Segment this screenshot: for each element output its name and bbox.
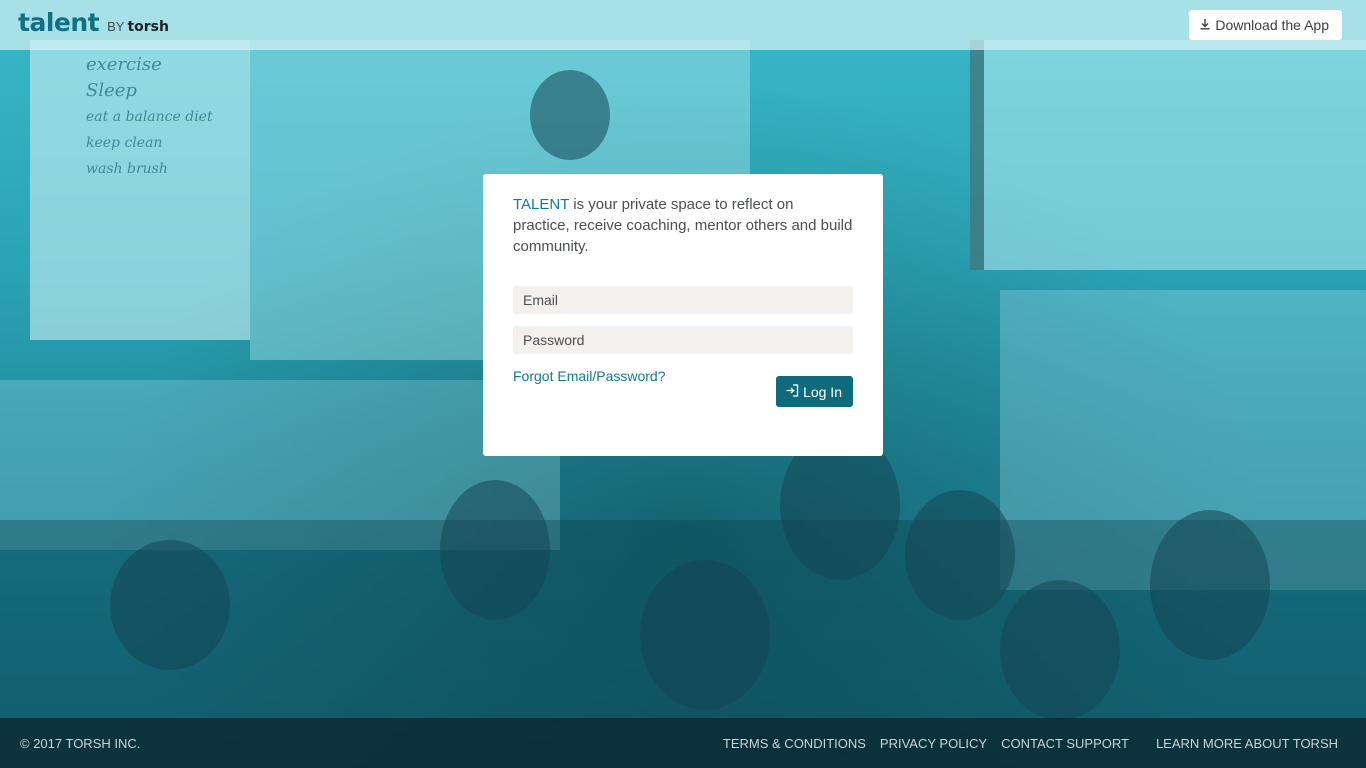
whiteboard-line: keep clean [86, 135, 163, 151]
learn-more-link[interactable]: LEARN MORE ABOUT TORSH [1156, 736, 1338, 751]
whiteboard-line: eat a balance diet [86, 109, 213, 125]
logo-by: BY [107, 19, 125, 34]
download-label: Download the App [1215, 17, 1329, 33]
login-card: TALENT is your private space to reflect … [483, 174, 883, 456]
forgot-password-link[interactable]: Forgot Email/Password? [513, 368, 666, 384]
student-figure [1150, 510, 1270, 660]
footer-links: TERMS & CONDITIONS PRIVACY POLICY CONTAC… [709, 736, 1338, 751]
student-figure [110, 540, 230, 670]
logo-talent: talent [18, 8, 100, 37]
whiteboard-line: exercise [86, 54, 162, 75]
password-field[interactable] [513, 326, 853, 354]
intro-text: TALENT is your private space to reflect … [513, 194, 853, 257]
student-figure [905, 490, 1015, 620]
privacy-link[interactable]: PRIVACY POLICY [880, 736, 987, 751]
student-figure [440, 480, 550, 620]
whiteboard-line: wash brush [86, 161, 168, 177]
email-field[interactable] [513, 286, 853, 314]
logo-torsh: torsh [127, 19, 169, 35]
login-button[interactable]: Log In [776, 376, 853, 407]
intro-brand: TALENT [513, 196, 570, 213]
student-figure [640, 560, 770, 710]
login-actions: Forgot Email/Password? Log In [513, 368, 853, 408]
teacher-figure [530, 70, 610, 160]
copyright: © 2017 TORSH INC. [20, 736, 141, 751]
student-figure [1000, 580, 1120, 720]
download-icon [1199, 17, 1211, 33]
classroom-window [970, 40, 1366, 270]
footer: © 2017 TORSH INC. TERMS & CONDITIONS PRI… [0, 718, 1366, 768]
contact-support-link[interactable]: CONTACT SUPPORT [1001, 736, 1129, 751]
top-bar: talent BY torsh Download the App [0, 0, 1366, 50]
terms-link[interactable]: TERMS & CONDITIONS [723, 736, 866, 751]
sign-in-icon [785, 383, 800, 401]
whiteboard-line: Sleep [86, 80, 137, 101]
login-label: Log In [803, 383, 842, 400]
talent-logo[interactable]: talent BY torsh [18, 8, 169, 37]
whiteboard-writing: exercise Sleep eat a balance diet keep c… [86, 52, 213, 182]
download-app-button[interactable]: Download the App [1189, 10, 1342, 40]
